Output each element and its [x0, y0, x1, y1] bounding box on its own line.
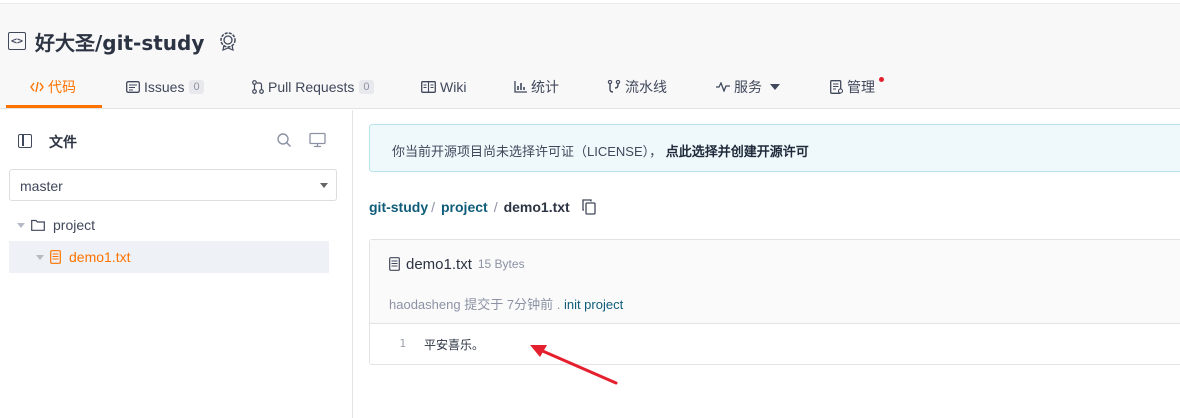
tab-manage-label: 管理: [847, 79, 875, 95]
tab-pull-requests-label: Pull Requests: [268, 79, 355, 95]
chevron-down-icon: [770, 84, 780, 90]
chevron-down-icon: [320, 183, 328, 188]
commit-message-link[interactable]: init project: [564, 297, 623, 312]
tab-code-label: 代码: [48, 79, 76, 95]
license-notice-message: 你当前开源项目尚未选择许可证（LICENSE）， 点此选择并创建开源许可: [392, 141, 809, 160]
tree-item-label: project: [53, 217, 96, 233]
wiki-icon: [421, 81, 436, 93]
search-icon[interactable]: [276, 132, 292, 148]
tab-code[interactable]: 代码: [30, 67, 76, 107]
commit-author[interactable]: haodasheng: [389, 297, 461, 312]
file-viewer: demo1.txt 15 Bytes haodasheng 提交于 7分钟前 .…: [369, 239, 1180, 365]
sidebar-collapse-icon[interactable]: [18, 134, 32, 148]
breadcrumb-repo-link[interactable]: git-study: [369, 199, 428, 215]
sidebar-title: 文件: [49, 134, 77, 150]
branch-select[interactable]: master: [9, 169, 337, 201]
code-icon: [30, 81, 44, 93]
tab-pull-requests[interactable]: Pull Requests 0: [252, 67, 374, 107]
expand-arrow-icon: [36, 254, 44, 260]
tab-service[interactable]: 服务: [716, 67, 780, 107]
repo-title: <> 好大圣/git-study: [8, 27, 238, 56]
file-name: demo1.txt: [406, 255, 472, 273]
tab-wiki-label: Wiki: [440, 79, 467, 95]
tab-service-label: 服务: [734, 79, 762, 95]
code-line: 1 平安喜乐。: [370, 334, 1180, 354]
repo-code-icon: <>: [8, 32, 26, 50]
tab-stats[interactable]: 统计: [514, 67, 559, 107]
tab-stats-label: 统计: [531, 79, 559, 95]
manage-notification-dot: [879, 77, 884, 82]
chart-icon: [514, 81, 527, 93]
tree-item-folder[interactable]: project: [9, 209, 329, 241]
tab-manage[interactable]: 管理: [830, 67, 875, 107]
file-header: demo1.txt 15 Bytes haodasheng 提交于 7分钟前 .…: [370, 240, 1180, 324]
tree-item-file[interactable]: demo1.txt: [9, 241, 329, 273]
manage-icon: [830, 80, 843, 94]
file-icon: [389, 257, 400, 271]
monitor-icon[interactable]: [309, 132, 326, 148]
tab-issues[interactable]: Issues 0: [126, 67, 204, 107]
tab-pipeline[interactable]: 流水线: [607, 67, 667, 107]
breadcrumb: git-study / project / demo1.txt: [369, 197, 596, 217]
tab-pipeline-label: 流水线: [625, 79, 667, 95]
file-sidebar: 文件 master project demo1.txt: [0, 110, 353, 418]
commit-verb: 提交于: [464, 297, 504, 312]
top-strip: [0, 0, 1180, 4]
tab-issues-label: Issues: [144, 79, 185, 95]
license-notice-text: 你当前开源项目尚未选择许可证（LICENSE），: [392, 144, 663, 159]
folder-icon: [31, 219, 45, 231]
file-icon: [50, 250, 61, 264]
pull-request-icon: [252, 80, 264, 94]
active-tab-indicator: [6, 105, 102, 108]
pull-requests-count: 0: [359, 80, 374, 94]
tree-item-label: demo1.txt: [69, 249, 131, 265]
issues-icon: [126, 81, 140, 93]
issues-count: 0: [189, 80, 204, 94]
breadcrumb-separator: /: [493, 199, 498, 215]
file-size: 15 Bytes: [477, 257, 525, 271]
breadcrumb-separator: /: [431, 199, 435, 215]
commit-separator: .: [556, 297, 561, 312]
annotation-arrow: [530, 345, 618, 385]
line-number[interactable]: 1: [390, 337, 406, 350]
expand-arrow-icon[interactable]: [17, 222, 25, 228]
breadcrumb-current-file: demo1.txt: [503, 199, 570, 215]
commit-info: haodasheng 提交于 7分钟前 . init project: [389, 294, 623, 313]
service-icon: [716, 82, 730, 92]
commit-time: 7分钟前: [506, 297, 554, 312]
tab-wiki[interactable]: Wiki: [421, 67, 466, 107]
recommended-badge-icon[interactable]: [218, 31, 238, 51]
repo-name[interactable]: 好大圣/git-study: [35, 27, 204, 56]
pipeline-icon: [607, 80, 621, 94]
copy-icon[interactable]: [582, 199, 596, 215]
branch-select-value: master: [20, 178, 63, 194]
breadcrumb-folder-link[interactable]: project: [441, 199, 488, 215]
file-title-row: demo1.txt 15 Bytes: [389, 254, 525, 274]
license-notice: 你当前开源项目尚未选择许可证（LICENSE）， 点此选择并创建开源许可: [369, 124, 1180, 172]
sidebar-header: 文件: [0, 110, 352, 168]
create-license-link[interactable]: 点此选择并创建开源许可: [666, 144, 809, 159]
line-content: 平安喜乐。: [424, 338, 485, 352]
